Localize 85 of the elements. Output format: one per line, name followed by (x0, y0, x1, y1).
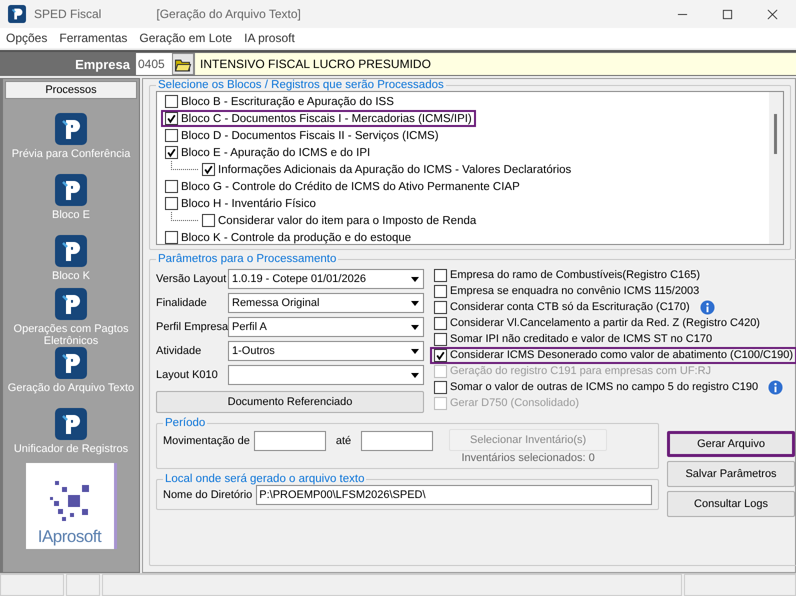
dropdown[interactable]: 1.0.19 - Cotepe 01/01/2026 (228, 269, 424, 289)
checkbox[interactable] (434, 332, 447, 346)
sidebar-header: Processos (5, 81, 137, 99)
date-field[interactable] (361, 431, 434, 451)
dropdown-arrow-icon[interactable] (411, 324, 419, 330)
checkbox[interactable] (165, 95, 178, 108)
option-checkbox[interactable]: Considerar ICMS Desonerado como valor de abatimento (C100/C190) (430, 346, 796, 364)
checkbox[interactable] (434, 316, 447, 330)
checkbox[interactable] (165, 231, 178, 244)
menu-item[interactable]: Geração em Lote (139, 31, 232, 45)
action-button[interactable]: Salvar Parâmetros (667, 461, 796, 487)
company-code-field[interactable]: 0405 (136, 53, 172, 75)
p-logo-icon[interactable] (55, 235, 87, 267)
group-title: Local onde será gerado o arquivo texto (164, 473, 366, 485)
field-label: Movimentação de (163, 435, 250, 447)
directory-field[interactable]: P:\PROEMP00\LFSM2026\SPED\ (256, 485, 652, 505)
option-checkbox[interactable]: Empresa se enquadra no convênio ICMS 115/2003 (430, 282, 704, 300)
checkbox[interactable] (434, 300, 447, 314)
dropdown[interactable]: Perfil A (228, 317, 424, 337)
open-folder-button[interactable] (172, 53, 194, 75)
action-button[interactable]: Gerar Arquivo (667, 431, 796, 457)
field-label: Atividade (156, 345, 202, 357)
checkbox[interactable] (202, 214, 215, 227)
app-logo-icon (8, 5, 26, 23)
group-title: Período (164, 417, 206, 429)
group-title: Selecione os Blocos / Registros que serão Processados (157, 79, 445, 91)
p-logo-icon[interactable] (55, 288, 87, 320)
inventory-count: Inventários selecionados: 0 (461, 452, 595, 464)
close-icon[interactable] (767, 8, 778, 20)
menu-item[interactable]: Ferramentas (59, 31, 128, 45)
logo-text: IAprosoft (38, 527, 102, 547)
tree-item[interactable]: Bloco G - Controle do Crédito de ICMS do Ativo Permanente CIAP (161, 178, 524, 195)
field-label: até (336, 435, 352, 447)
field-label: Perfil Empresa (156, 321, 228, 333)
checkbox[interactable] (434, 380, 447, 394)
dropdown[interactable]: 1-Outros (228, 341, 424, 361)
group-title: Parâmetros para o Processamento (157, 253, 338, 265)
action-button[interactable]: Consultar Logs (667, 491, 796, 517)
field-label: Layout K010 (156, 369, 219, 381)
tree-item[interactable]: Informações Adicionais da Apuração do ICMS - Valores Declaratórios (198, 161, 576, 178)
tree-item[interactable]: Bloco C - Documentos Fiscais I - Mercadorias (ICMS/IPI) (161, 110, 476, 127)
info-icon[interactable] (768, 380, 784, 394)
checkbox[interactable] (165, 197, 178, 210)
checkbox[interactable] (434, 284, 447, 298)
info-icon[interactable] (700, 300, 715, 314)
tree-item[interactable]: Bloco H - Inventário Físico (161, 195, 320, 212)
tree-item[interactable]: Considerar valor do item para o Imposto de Renda (198, 212, 480, 229)
company-name-field[interactable]: INTENSIVO FISCAL LUCRO PRESUMIDO (194, 53, 796, 75)
menu-item[interactable]: Opções (6, 31, 48, 45)
dropdown[interactable]: Remessa Original (228, 293, 424, 313)
checkbox[interactable] (434, 348, 447, 362)
menu-item[interactable]: IA prosoft (244, 31, 295, 45)
dropdown-arrow-icon[interactable] (411, 372, 419, 378)
tree-item[interactable]: Bloco B - Escrituração e Apuração do ISS (161, 93, 398, 110)
option-checkbox[interactable]: Empresa do ramo de Combustíveis(Registro C165) (430, 266, 704, 284)
checkbox[interactable] (202, 163, 215, 176)
option-checkbox[interactable]: Considerar Vl.Cancelamento a partir da Red. Z (Registro C420) (430, 314, 764, 332)
p-logo-icon[interactable] (55, 347, 87, 379)
dropdown-arrow-icon[interactable] (411, 300, 419, 306)
p-logo-icon[interactable] (55, 174, 87, 206)
p-logo-icon[interactable] (55, 113, 87, 145)
field-label: Versão Layout (156, 273, 228, 285)
tree-item[interactable]: Bloco K - Controle da produção e do estoque (161, 229, 416, 244)
checkbox[interactable] (165, 112, 178, 125)
option-checkbox[interactable]: Somar IPI não creditado e valor de ICMS ST no C170 (430, 330, 716, 348)
tree-item[interactable]: Bloco E - Apuração do ICMS e do IPI (161, 144, 374, 161)
date-field[interactable] (254, 431, 326, 451)
checkbox[interactable] (165, 180, 178, 193)
empresa-label: Empresa (74, 56, 131, 72)
option-checkbox[interactable]: Considerar conta CTB só da Escrituração (C170) (430, 298, 694, 316)
p-logo-icon[interactable] (55, 408, 87, 440)
checkbox[interactable] (165, 129, 178, 142)
tree-item[interactable]: Bloco D - Documentos Fiscais II - Serviços (ICMS) (161, 127, 443, 144)
checkbox[interactable] (434, 268, 447, 282)
window-title: SPED Fiscal (34, 7, 102, 21)
dropdown-arrow-icon[interactable] (411, 348, 419, 354)
field-label: Nome do Diretório (163, 489, 252, 501)
checkbox[interactable] (165, 146, 178, 159)
field-label: Finalidade (156, 297, 208, 309)
maximize-icon[interactable] (722, 8, 733, 20)
window-subtitle: [Geração do Arquivo Texto] (156, 7, 301, 21)
scrollbar[interactable] (769, 92, 783, 244)
option-checkbox[interactable]: Somar o valor de outras de ICMS no campo 5 do registro C190 (430, 378, 762, 396)
documento-referenciado-button[interactable]: Documento Referenciado (156, 391, 424, 413)
dropdown-arrow-icon[interactable] (411, 276, 419, 282)
